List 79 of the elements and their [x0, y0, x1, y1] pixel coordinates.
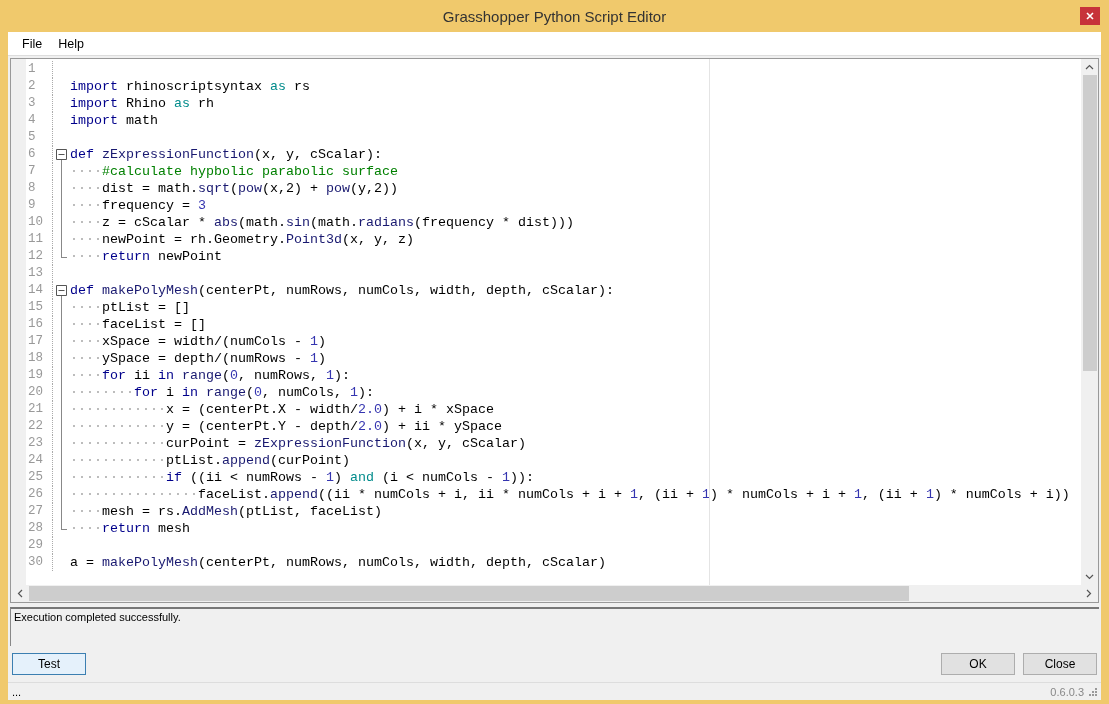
line-number: 9 [11, 197, 53, 214]
version-label: 0.6.0.3 [1050, 685, 1084, 698]
line-number: 24 [11, 452, 53, 469]
line-number: 15 [11, 299, 53, 316]
code-line: ············y = (centerPt.Y - depth/2.0) + ii * ySpace [70, 419, 502, 434]
scroll-left-icon[interactable] [17, 589, 23, 598]
horizontal-scrollbar[interactable] [11, 585, 1098, 602]
line-number: 1 [11, 61, 53, 78]
code-line: ············if ((ii < numRows - 1) and (i < numCols - 1)): [70, 470, 534, 485]
collapse-icon[interactable] [56, 149, 67, 160]
code-line: import Rhino as rh [70, 96, 214, 111]
line-number: 20 [11, 384, 53, 401]
line-number: 23 [11, 435, 53, 452]
resize-grip-icon[interactable] [1088, 687, 1097, 696]
line-number: 6 [11, 146, 53, 163]
line-number: 27 [11, 503, 53, 520]
code-line: ····z = cScalar * abs(math.sin(math.radians(frequency * dist))) [70, 215, 574, 230]
menu-item[interactable]: File [14, 36, 51, 51]
code-line: ····for ii in range(0, numRows, 1): [70, 368, 350, 383]
line-number: 7 [11, 163, 53, 180]
code-line: import math [70, 113, 158, 128]
scroll-thumb[interactable] [1082, 75, 1097, 371]
code-line: def zExpressionFunction(x, y, cScalar): [70, 147, 382, 162]
scroll-down-icon[interactable] [1085, 574, 1094, 580]
code-line: ····mesh = rs.AddMesh(ptList, faceList) [70, 504, 382, 519]
collapse-icon[interactable] [56, 285, 67, 296]
line-number: 10 [11, 214, 53, 231]
code-line: ················faceList.append((ii * numCols + i, ii * numCols + i + 1, (ii + 1) * numCols + i + 1, (ii + 1) * numCols + i)) [70, 487, 1070, 502]
dialog-button[interactable]: OK [941, 653, 1015, 675]
line-number: 30 [11, 554, 53, 571]
code-editor[interactable] [10, 58, 1099, 603]
line-number: 19 [11, 367, 53, 384]
code-line: ····#calculate hypbolic parabolic surface [70, 164, 398, 179]
code-line: ····newPoint = rh.Geometry.Point3d(x, y, z) [70, 232, 414, 247]
vertical-scrollbar[interactable] [1081, 59, 1098, 585]
line-number: 5 [11, 129, 53, 146]
dialog-button[interactable]: Test [12, 653, 86, 675]
scroll-right-icon[interactable] [1086, 589, 1092, 598]
line-number: 21 [11, 401, 53, 418]
scroll-thumb[interactable] [29, 586, 909, 601]
code-line: ····xSpace = width/(numCols - 1) [70, 334, 326, 349]
code-line: def makePolyMesh(centerPt, numRows, numCols, width, depth, cScalar): [70, 283, 614, 298]
line-number: 18 [11, 350, 53, 367]
line-number: 25 [11, 469, 53, 486]
code-line: ····ySpace = depth/(numRows - 1) [70, 351, 326, 366]
code-line: ····frequency = 3 [70, 198, 206, 213]
code-line: ····dist = math.sqrt(pow(x,2) + pow(y,2)) [70, 181, 398, 196]
line-number: 29 [11, 537, 53, 554]
window-title: Grasshopper Python Script Editor [442, 7, 667, 25]
scroll-up-icon[interactable] [1085, 64, 1094, 70]
close-icon [1086, 12, 1094, 20]
line-number: 12 [11, 248, 53, 265]
code-line: ············ptList.append(curPoint) [70, 453, 350, 468]
code-line: ············curPoint = zExpressionFunction(x, y, cScalar) [70, 436, 526, 451]
line-number: 3 [11, 95, 53, 112]
line-number: 17 [11, 333, 53, 350]
line-number: 4 [11, 112, 53, 129]
close-button[interactable] [1080, 7, 1100, 25]
line-number: 22 [11, 418, 53, 435]
code-line: ····return mesh [70, 521, 190, 536]
line-number: 2 [11, 78, 53, 95]
line-number: 13 [11, 265, 53, 282]
code-line: ····faceList = [] [70, 317, 206, 332]
line-number: 16 [11, 316, 53, 333]
code-line: ············x = (centerPt.X - width/2.0) + i * xSpace [70, 402, 494, 417]
code-line: ········for i in range(0, numCols, 1): [70, 385, 374, 400]
line-number: 28 [11, 520, 53, 537]
dialog-button[interactable]: Close [1023, 653, 1097, 675]
line-number: 8 [11, 180, 53, 197]
line-number: 11 [11, 231, 53, 248]
output-message: Execution completed successfully. [14, 611, 181, 623]
code-line: a = makePolyMesh(centerPt, numRows, numCols, width, depth, cScalar) [70, 555, 606, 570]
code-line: import rhinoscriptsyntax as rs [70, 79, 310, 94]
status-text: ... [12, 685, 22, 698]
menu-item[interactable]: Help [50, 36, 92, 51]
code-line: ····return newPoint [70, 249, 222, 264]
line-number: 26 [11, 486, 53, 503]
code-line: ····ptList = [] [70, 300, 190, 315]
line-number: 14 [11, 282, 53, 299]
